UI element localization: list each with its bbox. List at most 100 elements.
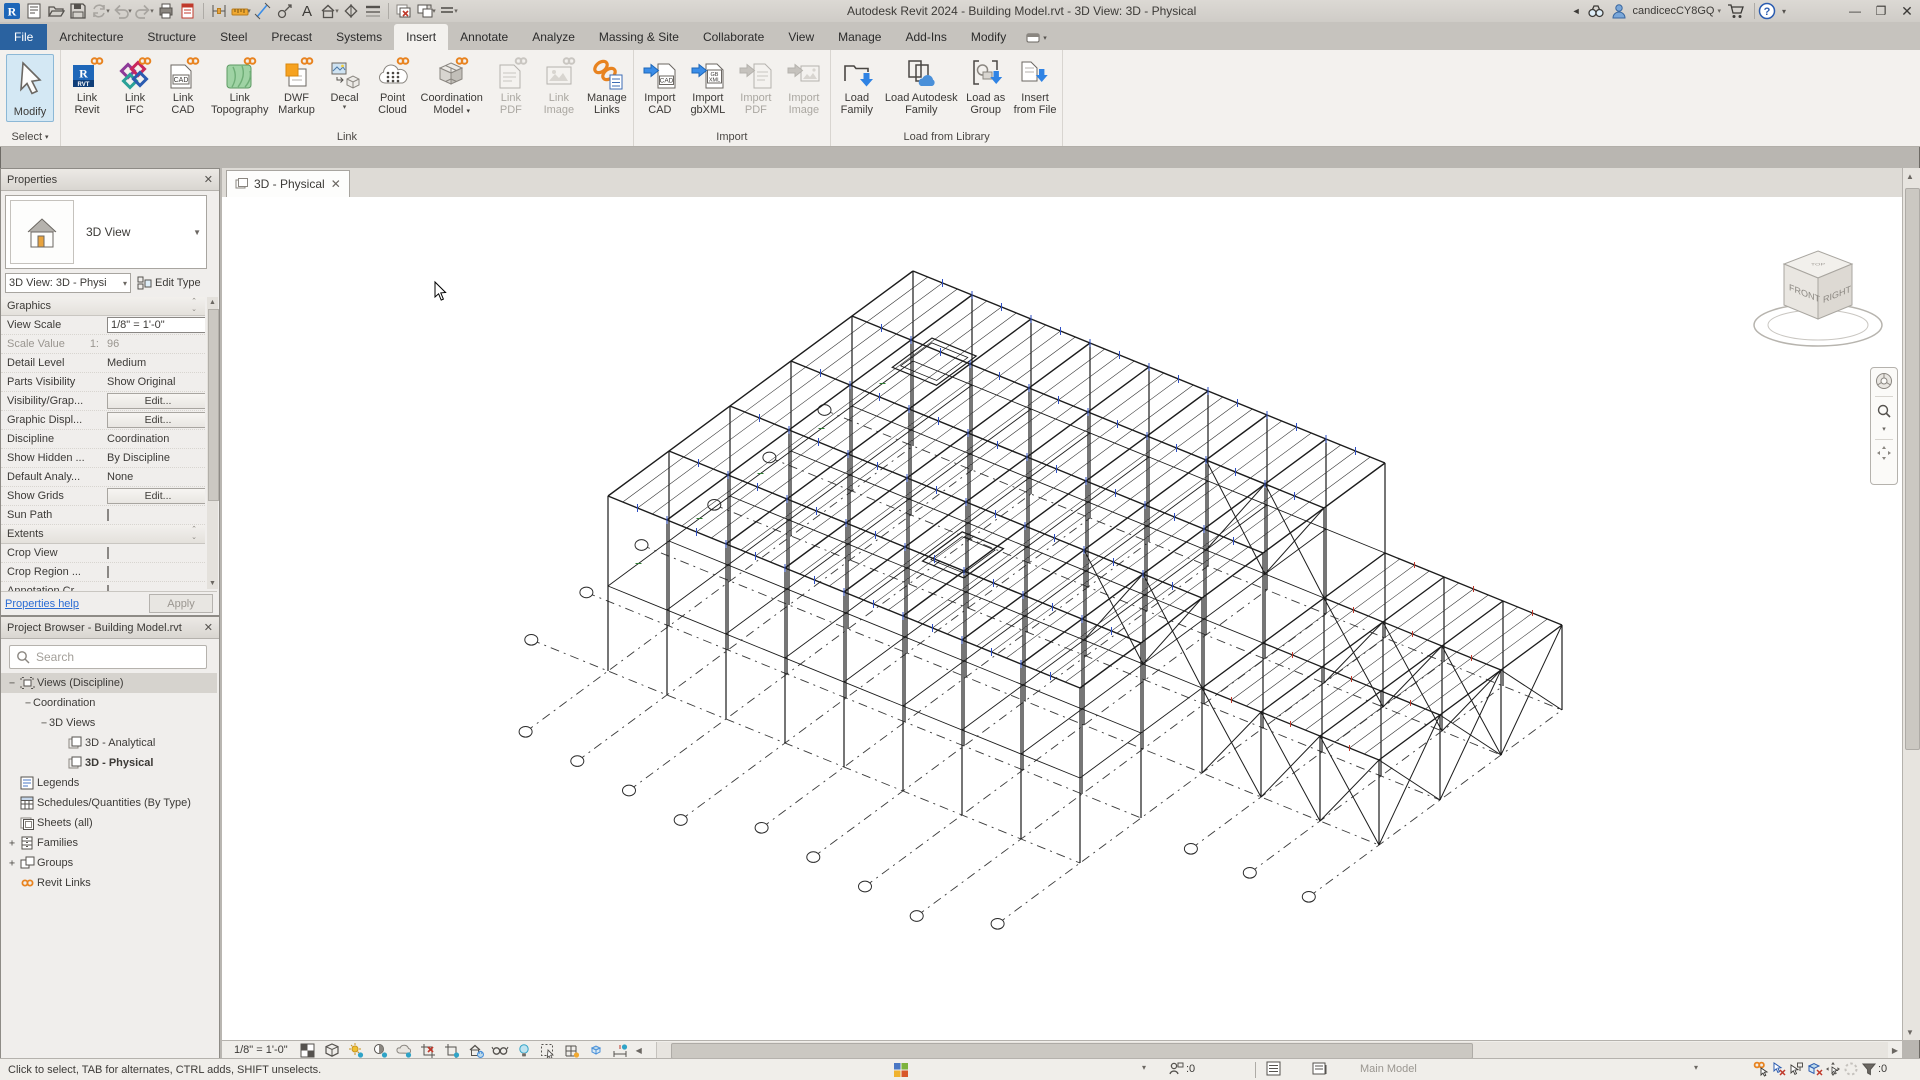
scroll-right-icon[interactable]: ▶	[1888, 1042, 1902, 1059]
ribbon-tab-insert[interactable]: Insert	[394, 24, 449, 50]
property-row-default-analy-[interactable]: Default Analy... None	[1, 468, 205, 487]
load-from-library-panel-label[interactable]: Load from Library	[833, 128, 1061, 146]
help-icon[interactable]: ?	[1758, 2, 1776, 20]
aligned-dimension-icon[interactable]	[253, 2, 273, 20]
link-cad-button[interactable]: CAD Link CAD	[159, 52, 207, 116]
3d-viewport[interactable]: TOP FRONT RIGHT ▾	[222, 197, 1902, 1040]
properties-scrollbar[interactable]: ▲ ▼	[207, 297, 219, 589]
viewcube[interactable]: TOP FRONT RIGHT	[1730, 233, 1900, 363]
property-row-parts-visibility[interactable]: Parts Visibility Show Original	[1, 373, 205, 392]
coordination-model-button[interactable]: Coordination Model ▾	[417, 52, 487, 118]
property-row-sun-path[interactable]: Sun Path	[1, 506, 205, 525]
properties-close-icon[interactable]: ✕	[204, 173, 213, 186]
ribbon-tab-architecture[interactable]: Architecture	[47, 24, 135, 50]
search-help-icon[interactable]	[1587, 3, 1605, 19]
close-hidden-windows-icon[interactable]	[394, 2, 414, 20]
property-row-crop-view[interactable]: Crop View	[1, 544, 205, 563]
editable-elements[interactable]: :0	[1168, 1061, 1195, 1077]
crop-region-icon[interactable]	[440, 1042, 464, 1059]
user-avatar-icon[interactable]	[1611, 3, 1627, 19]
tree-item-families[interactable]: + Families	[1, 833, 217, 853]
switch-windows-icon[interactable]: ▾	[416, 2, 436, 20]
save-icon[interactable]	[68, 2, 88, 20]
project-browser-close-icon[interactable]: ✕	[204, 621, 213, 634]
collapse-arrow-icon[interactable]: ◄	[1572, 6, 1581, 16]
view-scale-button[interactable]: 1/8" = 1'-0"	[222, 1044, 296, 1056]
property-row-visibility-grap-[interactable]: Visibility/Grap... Edit...	[1, 392, 205, 411]
worksets-dialog-icon[interactable]	[1266, 1061, 1283, 1077]
load-family-button[interactable]: Load Family	[833, 52, 881, 116]
ribbon-tab-annotate[interactable]: Annotate	[448, 24, 520, 50]
temporary-hide-isolate-icon[interactable]	[488, 1042, 512, 1059]
apply-button[interactable]: Apply	[149, 594, 213, 613]
link-ifc-button[interactable]: Link IFC	[111, 52, 159, 116]
select-links-icon[interactable]	[1752, 1061, 1770, 1077]
thin-lines-icon[interactable]	[363, 2, 383, 20]
active-design-option[interactable]: Main Model	[1360, 1063, 1690, 1075]
dwf-markup-button[interactable]: DWF Markup	[273, 52, 321, 116]
ribbon-tab-view[interactable]: View	[776, 24, 826, 50]
signed-in-user[interactable]: candicecCY8GQ ▾	[1633, 5, 1721, 17]
tree-item-groups[interactable]: + Groups	[1, 853, 217, 873]
view-tab-3d-physical[interactable]: 3D - Physical ✕	[226, 170, 350, 197]
design-option-caret[interactable]: ▾	[1694, 1063, 1698, 1072]
view-selector-combo[interactable]: 3D View: 3D - Physica ▾	[5, 273, 131, 293]
selection-filter-icon[interactable]	[1860, 1061, 1878, 1077]
ribbon-tab-precast[interactable]: Precast	[259, 24, 324, 50]
analytical-model-icon[interactable]	[560, 1042, 584, 1059]
select-underlay-icon[interactable]	[1770, 1061, 1788, 1077]
file-properties-icon[interactable]	[24, 2, 44, 20]
scroll-left-icon[interactable]: ◀	[632, 1042, 646, 1059]
crop-view-icon[interactable]	[416, 1042, 440, 1059]
link-topography-button[interactable]: Link Topography	[207, 52, 273, 116]
tree-expander[interactable]: −	[7, 678, 17, 689]
property-row-crop-region-[interactable]: Crop Region ...	[1, 563, 205, 582]
render-icon[interactable]	[392, 1042, 416, 1059]
minimize-button[interactable]: —	[1842, 1, 1868, 21]
redo-icon[interactable]: ▾	[134, 2, 154, 20]
store-cart-icon[interactable]	[1727, 3, 1745, 19]
restore-button[interactable]: ❐	[1868, 1, 1894, 21]
select-pinned-icon[interactable]	[1788, 1061, 1806, 1077]
manage-links-button[interactable]: Manage Links	[583, 52, 631, 116]
close-button[interactable]: ✕	[1894, 1, 1920, 21]
ribbon-tab-steel[interactable]: Steel	[208, 24, 259, 50]
tree-expander[interactable]: +	[7, 838, 17, 849]
ribbon-tab-manage[interactable]: Manage	[826, 24, 893, 50]
link-panel-label[interactable]: Link	[63, 128, 631, 146]
tree-item-coordination[interactable]: − Coordination	[1, 693, 217, 713]
import-gbxml-button[interactable]: GB XML Import gbXML	[684, 52, 732, 116]
tree-expander[interactable]: −	[39, 718, 49, 729]
property-row-view-scale[interactable]: View Scale 1/8" = 1'-0"	[1, 316, 205, 335]
property-row-show-hidden-[interactable]: Show Hidden ... By Discipline	[1, 449, 205, 468]
unlock-view-icon[interactable]	[464, 1042, 488, 1059]
vertical-scrollbar[interactable]: ▲ ▼	[1902, 168, 1920, 1040]
section-icon[interactable]	[341, 2, 361, 20]
ribbon-tab-systems[interactable]: Systems	[324, 24, 394, 50]
drag-on-selection-icon[interactable]	[1824, 1061, 1842, 1077]
design-options-dialog-icon[interactable]	[1312, 1061, 1329, 1077]
text-note-icon[interactable]: A	[297, 2, 317, 20]
shadows-icon[interactable]	[368, 1042, 392, 1059]
select-panel-label[interactable]: Select ▾	[2, 128, 58, 146]
edit-type-button[interactable]: Edit Type	[137, 276, 201, 290]
tree-expander[interactable]: +	[7, 858, 17, 869]
properties-help-link[interactable]: Properties help	[5, 598, 79, 610]
ribbon-tab-massing-site[interactable]: Massing & Site	[587, 24, 691, 50]
load-as-group-button[interactable]: Load as Group	[962, 52, 1010, 116]
insert-from-file-button[interactable]: Insert from File	[1010, 52, 1061, 116]
default-3d-view-icon[interactable]: ▾	[319, 2, 339, 20]
property-row-annotation-cr-[interactable]: Annotation Cr...	[1, 582, 205, 591]
temporary-view-properties-icon[interactable]	[536, 1042, 560, 1059]
tag-by-category-icon[interactable]	[275, 2, 295, 20]
tree-item-schedules-quantities-by-type-[interactable]: Schedules/Quantities (By Type)	[1, 793, 217, 813]
customize-qat-icon[interactable]: ▾	[438, 2, 458, 20]
view-tab-close-icon[interactable]: ✕	[331, 177, 341, 191]
reveal-constraints-icon[interactable]	[608, 1042, 632, 1059]
import-cad-button[interactable]: CAD Import CAD	[636, 52, 684, 116]
ribbon-tab-analyze[interactable]: Analyze	[520, 24, 587, 50]
measure-pin-icon[interactable]	[209, 2, 229, 20]
tree-item-sheets-all-[interactable]: Sheets (all)	[1, 813, 217, 833]
visual-style-icon[interactable]	[320, 1042, 344, 1059]
help-caret[interactable]: ▾	[1782, 7, 1786, 16]
